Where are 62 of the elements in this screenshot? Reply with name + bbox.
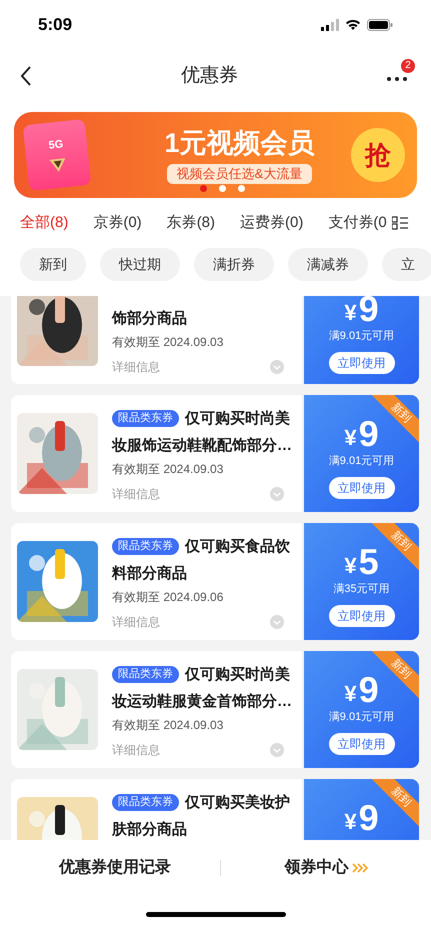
coupon-amount: 9: [358, 799, 379, 837]
logo-text: 5G: [48, 137, 64, 154]
expiry-date: 有效期至 2024.09.03: [112, 717, 224, 734]
page-title: 优惠券: [181, 64, 238, 88]
usage-history-link[interactable]: 优惠券使用记录: [10, 856, 220, 880]
category-tag: 限品类东券: [112, 666, 179, 683]
usage-condition: 满35元可用: [333, 582, 390, 597]
list-view-icon[interactable]: [392, 216, 408, 230]
coupon-title: 限品类东券 仅可购买时尚美妆服饰运动鞋靴配饰部分…: [112, 408, 293, 456]
expiry-date: 有效期至 2024.09.06: [112, 589, 224, 606]
coupon-center-link[interactable]: 领券中心: [284, 856, 348, 880]
promo-banner[interactable]: 5G 1元视频会员 视频会员任选&大流量 抢: [14, 112, 417, 198]
coupon-title: 限品类东券 仅可购买美妆护肤部分商品: [112, 792, 291, 840]
use-now-button[interactable]: 立即使用: [328, 477, 394, 499]
use-now-button[interactable]: 立即使用: [328, 605, 394, 627]
banner-subline: 视频会员任选&大流量: [166, 164, 312, 184]
coupon-title: 限品类东券 仅可购买时尚美妆运动鞋服黄金首饰部分…: [112, 664, 293, 712]
status-time: 5:09: [38, 14, 72, 36]
coupon-title: 限品类东券 仅可购买食品饮料部分商品: [112, 537, 291, 584]
category-tab[interactable]: 支付券(0: [328, 212, 387, 234]
filter-chip[interactable]: 满折券: [194, 248, 274, 281]
currency-symbol: ¥: [344, 808, 357, 836]
battery-icon: [367, 19, 393, 31]
chevron-down-icon[interactable]: [270, 487, 284, 501]
coupon-amount: 9: [358, 671, 379, 709]
more-icon[interactable]: [387, 77, 407, 81]
banner-headline: 1元视频会员: [164, 127, 315, 160]
coupon-title: 饰部分商品: [112, 309, 188, 329]
expiry-date: 有效期至 2024.09.03: [112, 334, 224, 351]
category-tag: 限品类东券: [112, 538, 179, 555]
expiry-date: 有效期至 2024.09.03: [112, 461, 224, 478]
coupon-amount: 9: [358, 296, 379, 328]
use-now-button[interactable]: 立即使用: [328, 352, 394, 374]
usage-condition: 满9.01元可用: [328, 329, 394, 344]
currency-symbol: ¥: [344, 424, 357, 452]
chevron-down-icon[interactable]: [270, 360, 284, 374]
category-tab[interactable]: 全部(8): [20, 212, 68, 234]
wifi-icon: [345, 19, 361, 31]
filter-chip[interactable]: 满减券: [288, 248, 368, 281]
grab-button[interactable]: 抢: [351, 128, 405, 182]
category-tag: 限品类东券: [112, 410, 179, 427]
chevron-down-icon[interactable]: [270, 615, 284, 629]
category-tab[interactable]: 京券(0): [93, 212, 142, 234]
currency-symbol: ¥: [344, 552, 357, 580]
category-tag: 限品类东券: [112, 794, 179, 811]
signal-icon: [321, 19, 339, 31]
category-tab[interactable]: 东券(8): [166, 212, 216, 234]
back-icon[interactable]: [20, 65, 32, 87]
notification-badge: 2: [401, 59, 415, 73]
filter-chip[interactable]: 立: [382, 248, 431, 281]
filter-chip[interactable]: 新到: [20, 248, 86, 281]
filter-chip[interactable]: 快过期: [100, 248, 180, 281]
currency-symbol: ¥: [344, 299, 357, 327]
currency-symbol: ¥: [344, 680, 357, 708]
triple-chevron-icon: [352, 862, 368, 872]
chevron-down-icon[interactable]: [270, 743, 284, 757]
use-now-button[interactable]: 立即使用: [328, 733, 394, 755]
category-tab[interactable]: 运费券(0): [240, 212, 304, 234]
coupon-amount: 9: [358, 415, 379, 453]
coupon-amount: 5: [358, 543, 379, 581]
usage-condition: 满9.01元可用: [328, 454, 394, 469]
usage-condition: 满9.01元可用: [328, 710, 394, 725]
